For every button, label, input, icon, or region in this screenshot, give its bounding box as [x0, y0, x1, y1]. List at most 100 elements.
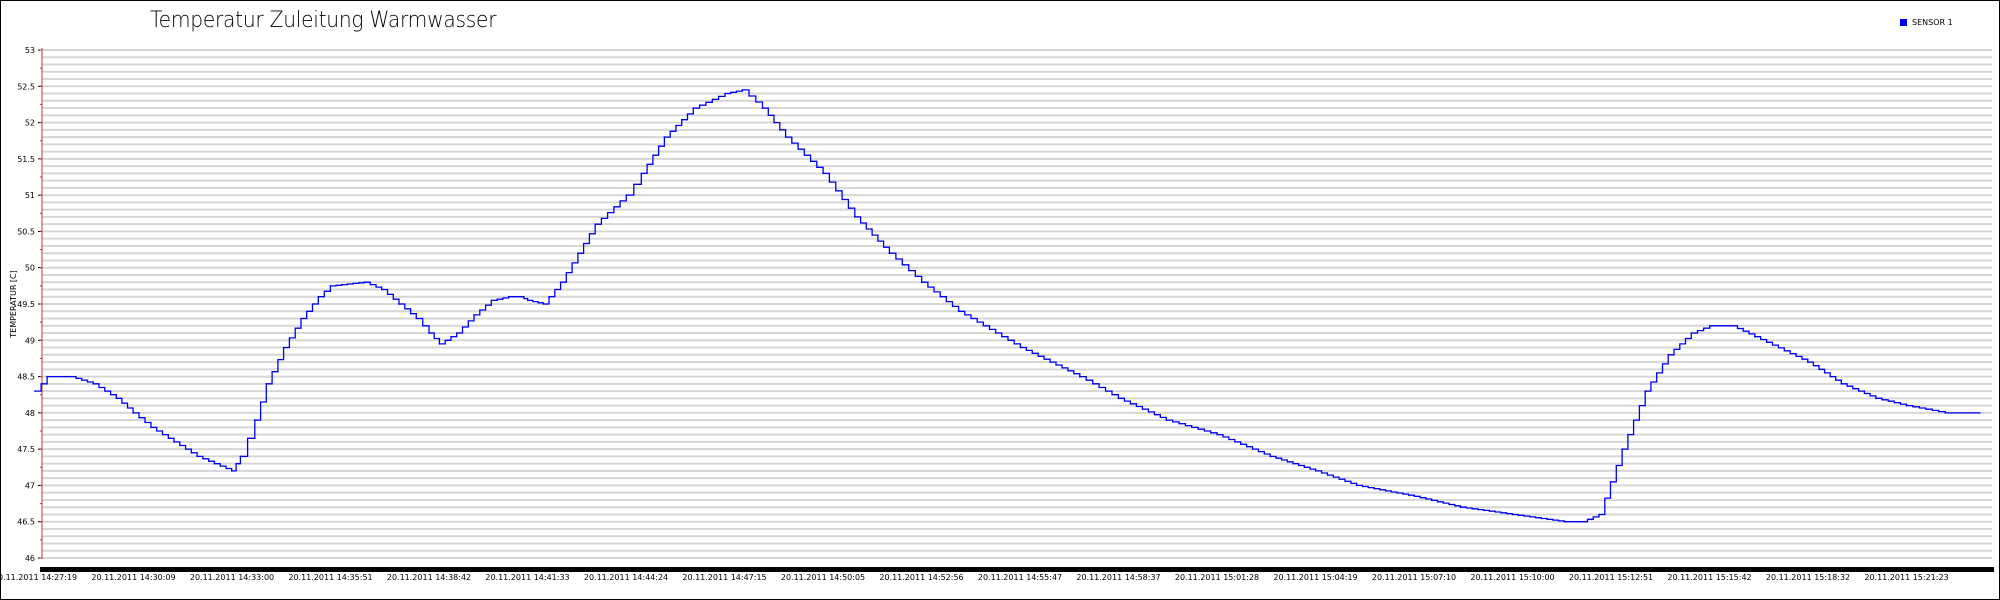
data-point [300, 317, 302, 320]
y-tick-label: 48 [25, 409, 35, 418]
data-point [854, 216, 856, 218]
data-point [1979, 412, 1981, 414]
data-point [455, 332, 458, 334]
x-tick-label: 20.11.2011 15:18:32 [1766, 573, 1850, 582]
data-point [1598, 513, 1600, 516]
x-tick-label: 20.11.2011 14:35:51 [288, 573, 372, 582]
data-point [150, 426, 152, 429]
data-point [526, 299, 529, 302]
data-point [380, 288, 383, 291]
y-tick-label: 49.5 [17, 300, 35, 309]
data-point [1165, 419, 1168, 421]
data-point [254, 419, 256, 421]
data-point [1730, 325, 1733, 327]
data-point [1905, 404, 1908, 407]
data-point [1840, 383, 1843, 385]
y-tick-label: 50 [25, 264, 35, 273]
data-point [363, 281, 366, 284]
data-point [888, 252, 891, 254]
x-tick-label: 20.11.2011 14:30:09 [91, 573, 175, 582]
y-tick-label: 51.5 [17, 155, 35, 164]
data-point [92, 383, 95, 385]
data-point [920, 281, 923, 284]
data-point [507, 295, 510, 298]
data-point [663, 136, 666, 138]
data-point [398, 303, 400, 305]
data-point [230, 470, 233, 472]
data-point [1459, 506, 1462, 509]
x-tick-label: 20.11.2011 15:15:42 [1667, 573, 1751, 582]
data-point [1944, 412, 1946, 414]
data-point [1754, 335, 1756, 338]
x-tick-label: 20.11.2011 15:12:51 [1569, 573, 1653, 582]
x-axis-bar [40, 567, 1994, 572]
data-point [46, 375, 48, 378]
data-point [329, 285, 332, 287]
y-tick-label: 53 [25, 46, 35, 55]
data-point [1621, 448, 1623, 450]
data-point [1511, 513, 1514, 516]
data-point [317, 295, 320, 298]
x-tick-label: 20.11.2011 14:41:33 [485, 573, 569, 582]
x-tick-label: 20.11.2011 14:52:56 [879, 573, 963, 582]
x-tick-label: 20.11.2011 15:10:00 [1470, 573, 1554, 582]
data-point [1216, 433, 1218, 436]
y-tick-label: 49 [25, 336, 35, 345]
x-tick-label: 20.11.2011 14:33:00 [190, 573, 274, 582]
data-point [239, 455, 242, 458]
data-point [473, 314, 475, 316]
data-point [542, 303, 545, 305]
y-tick-label: 52 [25, 119, 35, 128]
data-point [724, 92, 726, 95]
data-point [822, 172, 824, 175]
x-tick-label: 20.11.2011 15:01:28 [1175, 573, 1259, 582]
chart-plot: 53 52.5 52 51.5 51 50.5 50 49.5 49 48.5 48 47.5 47 46… [0, 46, 1994, 582]
x-tick-label: 20.11.2011 15:21:23 [1864, 573, 1948, 582]
data-point [265, 383, 268, 385]
x-tick-label: 20.11.2011 14:27:19 [0, 573, 77, 582]
data-point [761, 107, 764, 109]
data-point [1875, 397, 1877, 400]
x-tick-label: 20.11.2011 14:38:42 [387, 573, 471, 582]
data-point [784, 136, 787, 138]
data-point [640, 172, 643, 175]
data-point [577, 252, 579, 254]
data-point [1355, 484, 1358, 487]
data-point [1807, 361, 1809, 363]
data-point [692, 107, 695, 109]
data-point [490, 299, 493, 302]
y-tick-label: 46.5 [17, 518, 35, 527]
data-point [1314, 470, 1317, 472]
x-tick-label: 20.11.2011 14:50:05 [781, 573, 865, 582]
data-point [957, 310, 960, 313]
data-point [415, 317, 418, 320]
data-point [1690, 332, 1693, 334]
data-point [1269, 455, 1271, 458]
data-point [132, 412, 134, 414]
data-point [173, 441, 175, 443]
data-point [1667, 354, 1669, 356]
data-point [1019, 346, 1022, 349]
y-tick-label: 47 [25, 481, 35, 490]
y-tick-label: 48.5 [17, 373, 35, 382]
data-point [594, 223, 596, 225]
data-point [196, 455, 198, 458]
data-point [282, 346, 285, 349]
x-tick-label: 20.11.2011 14:47:15 [682, 573, 766, 582]
y-tick-label: 47.5 [17, 445, 35, 454]
data-point [428, 332, 430, 334]
x-tick-label: 20.11.2011 14:55:47 [978, 573, 1062, 582]
y-axis-title: TEMPERATUR [C] [9, 270, 18, 338]
data-point [1079, 375, 1081, 378]
data-point [213, 462, 216, 465]
x-tick-label: 20.11.2011 15:04:19 [1273, 573, 1357, 582]
data-point [69, 375, 71, 378]
y-tick-label: 50.5 [17, 227, 35, 236]
data-point [519, 295, 521, 298]
x-tick-label: 20.11.2011 14:58:37 [1076, 573, 1160, 582]
y-tick-label: 52.5 [17, 82, 35, 91]
data-point [1117, 397, 1120, 400]
y-tick-label: 46 [25, 554, 35, 563]
data-point [1644, 390, 1646, 392]
data-point [1563, 520, 1566, 523]
